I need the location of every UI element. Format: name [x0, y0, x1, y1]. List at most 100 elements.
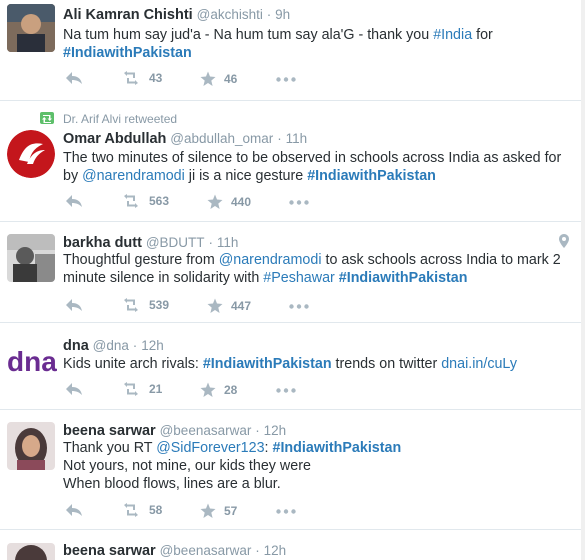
tweet-header: Omar Abdullah @abdullah_omar · 11h: [63, 130, 307, 147]
reply-button[interactable]: [65, 71, 83, 85]
hashtag-link[interactable]: #India: [433, 27, 472, 43]
reply-button[interactable]: [65, 298, 83, 312]
display-name[interactable]: barkha dutt: [63, 235, 142, 251]
text-segment: When blood flows, lines are a blur.: [63, 476, 281, 492]
favorite-button[interactable]: 57: [200, 503, 237, 519]
display-name[interactable]: dna: [63, 338, 89, 354]
display-name[interactable]: Omar Abdullah: [63, 131, 166, 147]
timestamp[interactable]: 9h: [275, 7, 290, 22]
display-name[interactable]: beena sarwar: [63, 423, 156, 439]
timestamp[interactable]: 12h: [264, 423, 287, 438]
star-icon: [200, 71, 216, 86]
retweet-icon: [124, 298, 138, 312]
username[interactable]: @dna: [93, 338, 129, 353]
more-dots-icon: [289, 200, 309, 205]
retweet-button[interactable]: 43: [121, 71, 162, 85]
hashtag-link[interactable]: #Peshawar: [263, 270, 335, 286]
more-button[interactable]: [289, 304, 309, 309]
tweet-5[interactable]: beena sarwar @beenasarwar · 12h Thank yo…: [0, 410, 581, 530]
retweet-button[interactable]: 21: [121, 382, 162, 396]
reply-icon: [66, 504, 82, 516]
tweet-header: beena sarwar @beenasarwar · 12h: [63, 422, 286, 439]
text-segment: Kids unite arch rivals:: [63, 356, 203, 372]
username[interactable]: @abdullah_omar: [170, 131, 273, 146]
text-segment: Thoughtful gesture from: [63, 252, 219, 268]
username[interactable]: @beenasarwar: [160, 543, 252, 558]
more-button[interactable]: [276, 509, 296, 514]
scrollbar[interactable]: [581, 0, 585, 560]
more-dots-icon: [276, 77, 296, 82]
text-segment: trends on twitter: [331, 356, 442, 372]
favorite-count: 46: [224, 72, 238, 86]
reply-button[interactable]: [65, 382, 83, 396]
tweet-header: dna @dna · 12h: [63, 337, 164, 354]
favorite-button[interactable]: 46: [200, 71, 237, 87]
avatar-abdullah-omar[interactable]: [7, 130, 55, 178]
retweet-icon: [124, 503, 138, 517]
more-dots-icon: [276, 388, 296, 393]
more-dots-icon: [276, 509, 296, 514]
tweet-4[interactable]: dna dna @dna · 12h Kids unite arch rival…: [0, 323, 581, 410]
tweet-1[interactable]: Ali Kamran Chishti @akchishti · 9h Na tu…: [0, 0, 581, 101]
retweet-count: 21: [149, 382, 163, 396]
favorite-count: 28: [224, 383, 238, 397]
more-button[interactable]: [276, 77, 296, 82]
display-name[interactable]: beena sarwar: [63, 543, 156, 559]
separator-dot: ·: [255, 423, 260, 438]
hashtag-link[interactable]: #IndiawithPakistan: [339, 270, 468, 286]
tweet-text: Kids unite arch rivals: #IndiawithPakist…: [63, 355, 568, 373]
retweet-icon: [124, 382, 138, 396]
avatar-bdutt[interactable]: [7, 234, 55, 282]
username[interactable]: @beenasarwar: [160, 423, 252, 438]
tweet-2[interactable]: Dr. Arif Alvi retweeted Omar Abdullah @a…: [0, 101, 581, 222]
avatar-beenasarwar[interactable]: [7, 543, 55, 560]
retweet-badge-icon: [40, 112, 54, 124]
star-icon: [200, 503, 216, 518]
avatar-akchishti[interactable]: [7, 4, 55, 52]
separator-dot: ·: [277, 131, 282, 146]
tweet-6[interactable]: beena sarwar @beenasarwar · 12h: [0, 530, 581, 560]
dna-logo-text: dna: [7, 346, 57, 377]
hashtag-link[interactable]: #IndiawithPakistan: [307, 168, 436, 184]
retweet-count: 539: [149, 298, 170, 312]
username[interactable]: @akchishti: [197, 7, 263, 22]
avatar-dna-logo[interactable]: dna: [7, 337, 57, 385]
retweet-icon: [124, 71, 138, 85]
hashtag-link[interactable]: #IndiawithPakistan: [273, 440, 402, 456]
text-segment: The two minutes of silence to be observe…: [63, 150, 562, 166]
display-name[interactable]: Ali Kamran Chishti: [63, 7, 193, 23]
favorite-button[interactable]: 447: [207, 298, 251, 314]
more-button[interactable]: [276, 388, 296, 393]
favorite-button[interactable]: 440: [207, 194, 251, 210]
reply-button[interactable]: [65, 194, 83, 208]
username[interactable]: @BDUTT: [146, 235, 205, 250]
reply-button[interactable]: [65, 503, 83, 517]
text-segment: Thank you RT: [63, 440, 157, 456]
retweet-icon: [124, 194, 138, 208]
tweet-3[interactable]: barkha dutt @BDUTT · 11h Thoughtful gest…: [0, 222, 581, 323]
url-link[interactable]: dnai.in/cuLy: [441, 356, 517, 372]
text-segment: to ask schools across India to mark 2: [321, 252, 561, 268]
hashtag-link[interactable]: #IndiawithPakistan: [203, 356, 332, 372]
retweeted-by[interactable]: Dr. Arif Alvi retweeted: [63, 112, 177, 126]
timestamp[interactable]: 11h: [217, 235, 239, 250]
retweet-button[interactable]: 58: [121, 503, 162, 517]
mention-link[interactable]: @narendramodi: [219, 252, 322, 268]
mention-link[interactable]: @SidForever123: [156, 440, 264, 456]
text-segment: Na tum hum say jud'a - Na hum tum say al…: [63, 27, 434, 43]
tweet-actions: 563 440: [63, 194, 363, 214]
favorite-button[interactable]: 28: [200, 382, 237, 398]
tweet-header: barkha dutt @BDUTT · 11h: [63, 234, 238, 251]
favorite-count: 57: [224, 504, 238, 518]
timestamp[interactable]: 11h: [286, 131, 308, 146]
retweet-button[interactable]: 539: [121, 298, 169, 312]
timestamp[interactable]: 12h: [141, 338, 164, 353]
timestamp[interactable]: 12h: [264, 543, 287, 558]
retweet-button[interactable]: 563: [121, 194, 169, 208]
star-icon: [200, 382, 216, 397]
reply-icon: [66, 72, 82, 84]
more-button[interactable]: [289, 200, 309, 205]
mention-link[interactable]: @narendramodi: [82, 168, 185, 184]
hashtag-link[interactable]: #IndiawithPakistan: [63, 45, 192, 61]
avatar-beenasarwar[interactable]: [7, 422, 55, 470]
